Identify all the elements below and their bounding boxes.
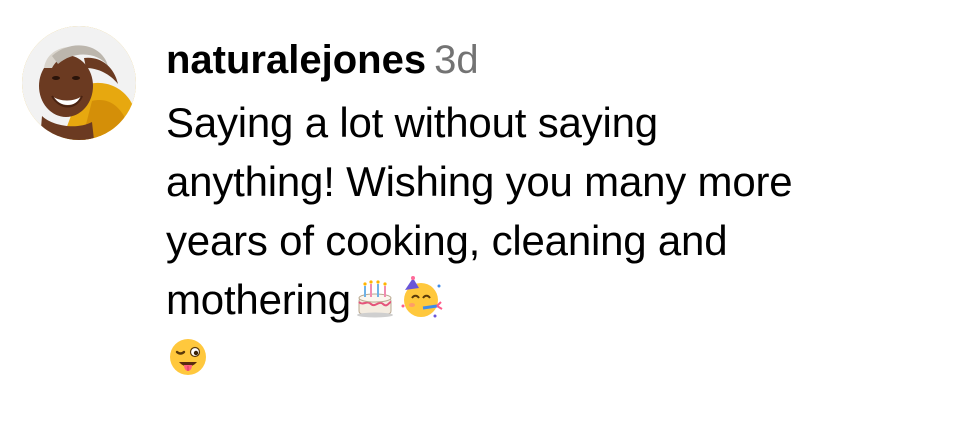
partying-face-emoji — [399, 276, 443, 320]
comment: naturalejones 3d Saying a lot without say… — [0, 0, 980, 425]
comment-text-line: Saying a lot without saying — [166, 99, 658, 146]
comment-text-emoji-line — [166, 329, 966, 388]
birthday-cake-emoji — [353, 276, 397, 320]
avatar[interactable] — [22, 26, 136, 140]
comment-text-last-line: mothering — [166, 270, 966, 329]
comment-text: Saying a lot without saying anything! Wi… — [166, 93, 966, 388]
comment-body: naturalejones 3d Saying a lot without say… — [166, 34, 966, 388]
comment-text-line: anything! Wishing you many more — [166, 158, 793, 205]
username-link[interactable]: naturalejones — [166, 38, 426, 82]
comment-text-line: mothering — [166, 276, 351, 323]
comment-text-line: years of cooking, cleaning and — [166, 217, 728, 264]
winking-face-with-tongue-emoji — [166, 335, 210, 379]
avatar-image — [22, 26, 136, 140]
comment-header: naturalejones 3d — [166, 34, 966, 86]
comment-timestamp[interactable]: 3d — [434, 38, 479, 82]
